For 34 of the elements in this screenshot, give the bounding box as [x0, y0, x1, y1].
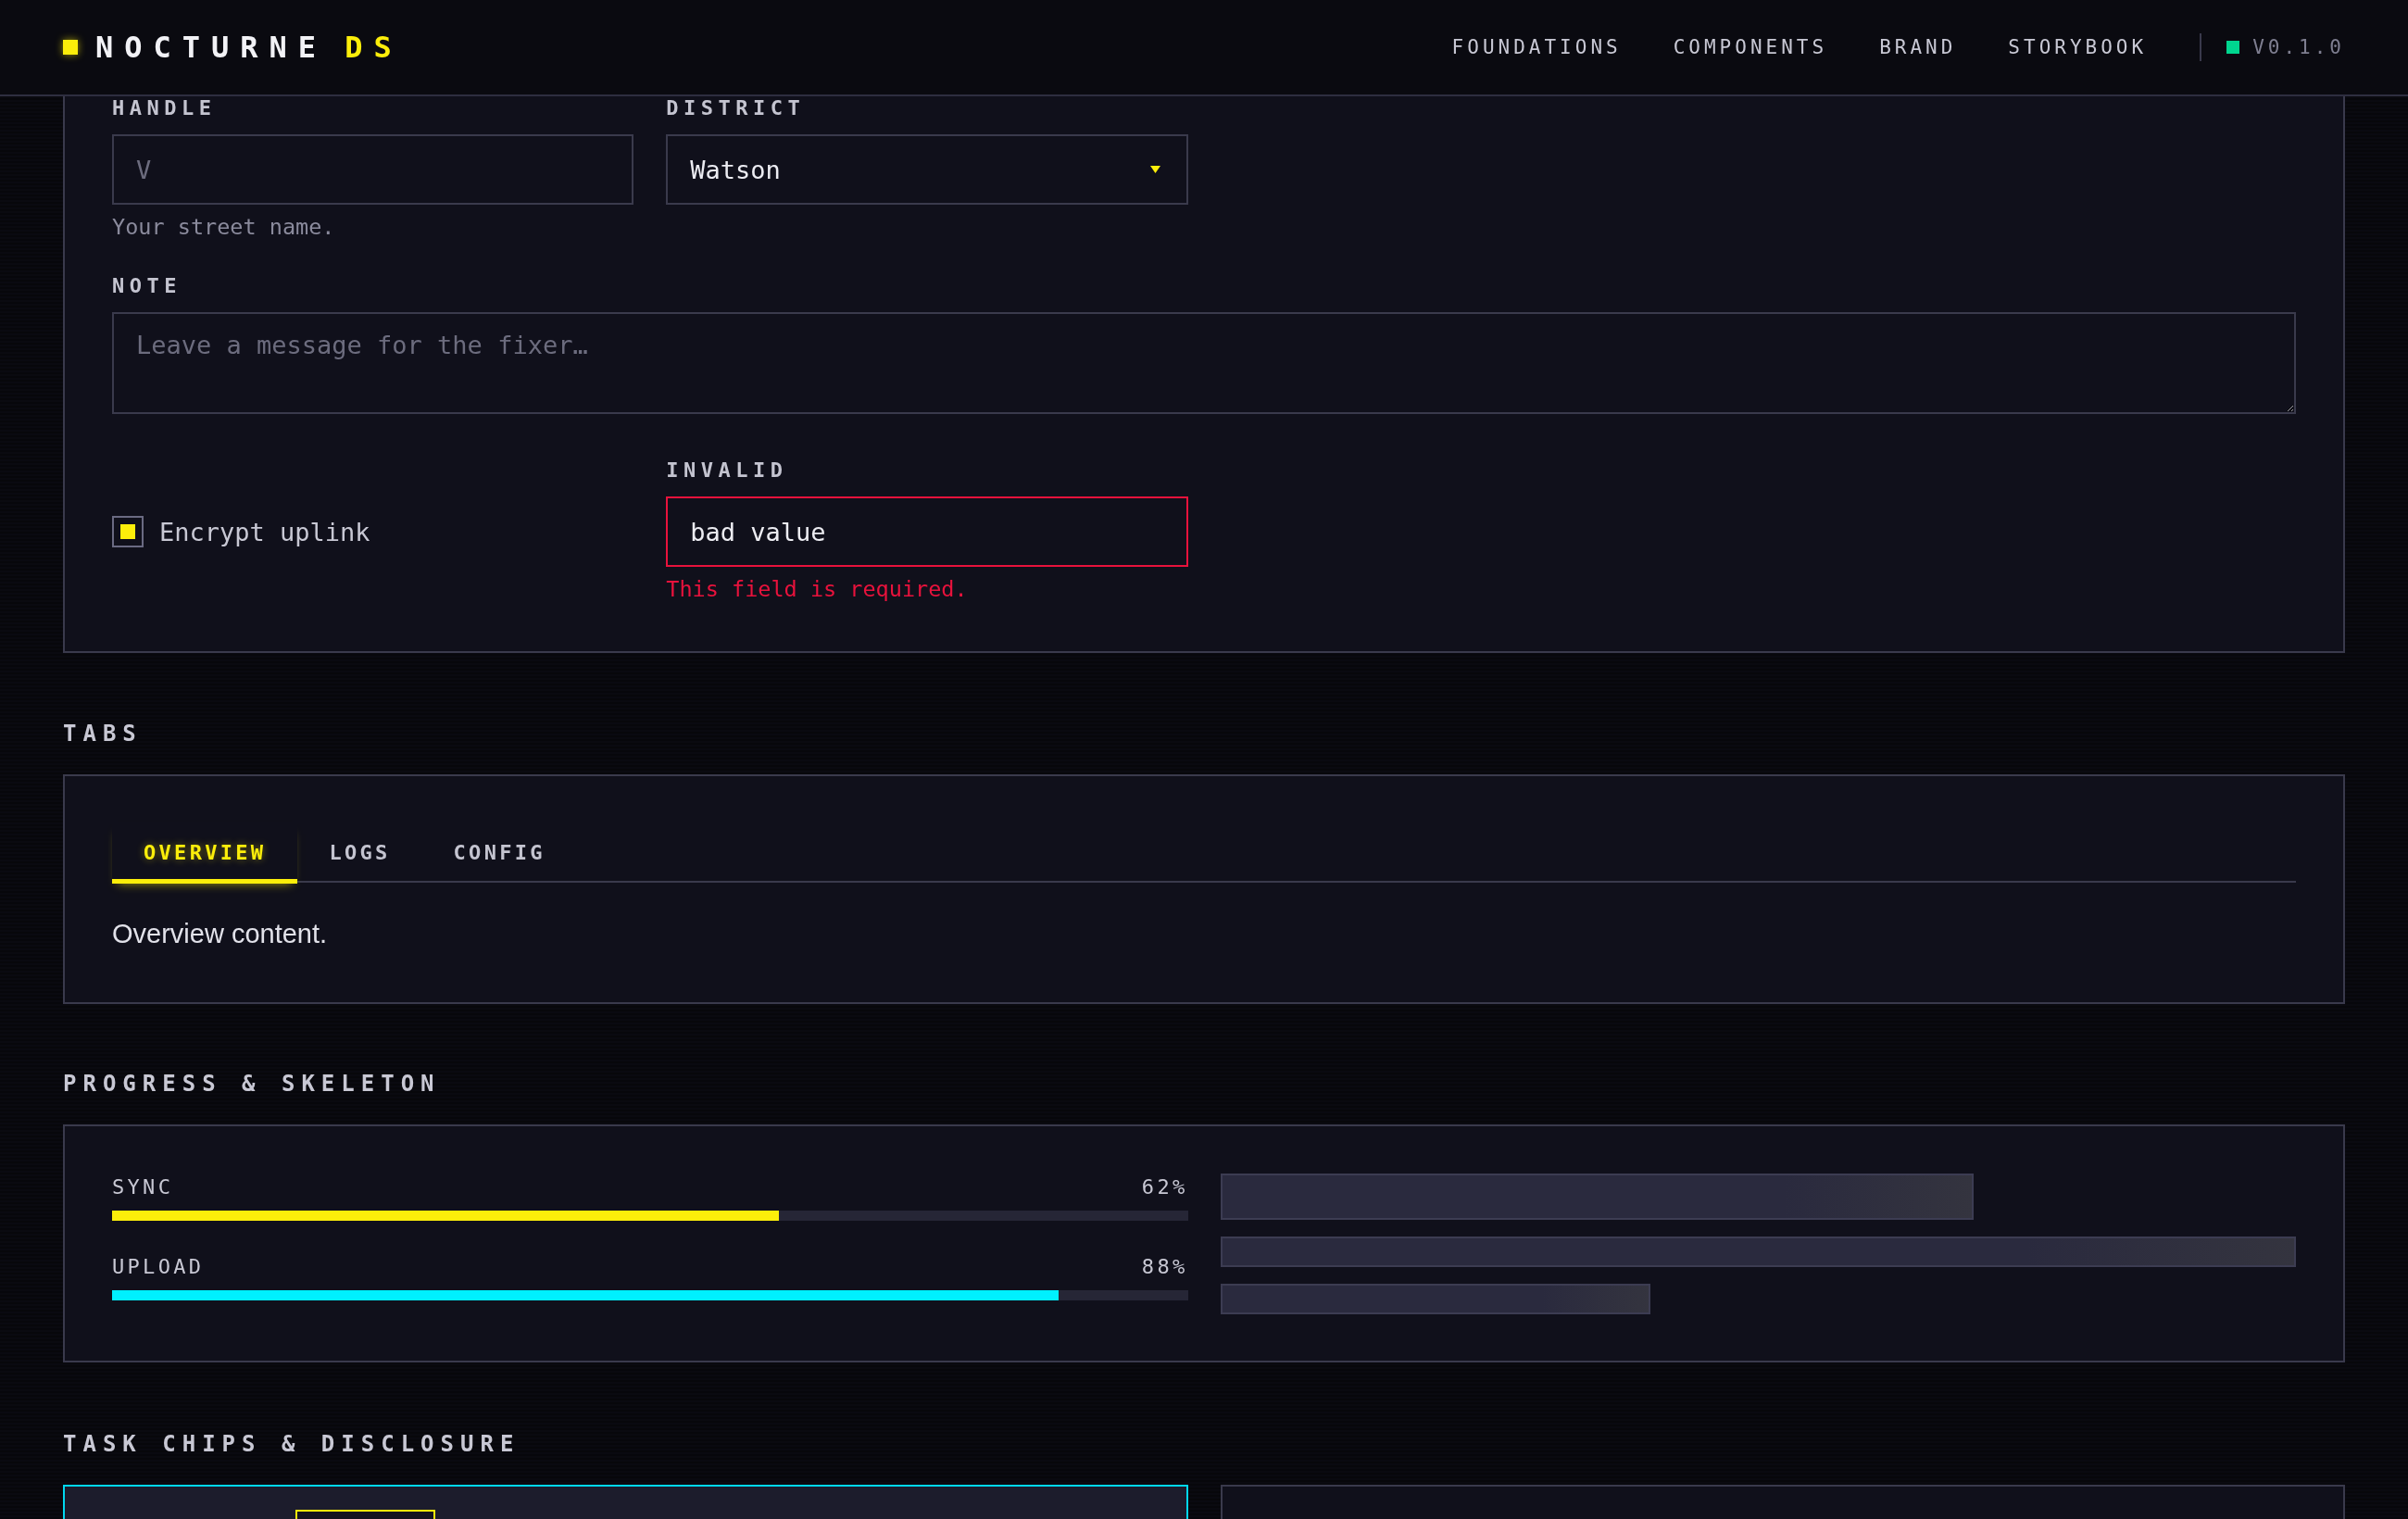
- checkbox-label: Encrypt uplink: [159, 517, 370, 546]
- handle-field[interactable]: V: [112, 134, 634, 205]
- error-text: This field is required.: [666, 576, 969, 602]
- district-select[interactable]: Watson: [666, 134, 1188, 205]
- tab[interactable]: CONFIG: [421, 822, 577, 884]
- tab-content-text: Overview content.: [112, 918, 329, 949]
- field-label: DISTRICT: [666, 96, 807, 120]
- field-label: HANDLE: [112, 96, 218, 120]
- note-field[interactable]: Leave a message for the fixer…: [112, 312, 2296, 414]
- caret-icon: [1149, 166, 1160, 173]
- nav-link[interactable]: BRAND: [1879, 36, 1957, 58]
- progress-reading: 62%: [1141, 1175, 1188, 1199]
- section-title: TASK CHIPS & DISCLOSURE: [63, 1430, 521, 1458]
- progress-label: SYNC: [112, 1175, 174, 1199]
- logo-suffix: DS: [345, 30, 403, 65]
- section-title: PROGRESS & SKELETON: [63, 1070, 442, 1098]
- field-label: NOTE: [112, 274, 182, 298]
- text-field[interactable]: bad value: [666, 496, 1188, 567]
- nav-link[interactable]: FOUNDATIONS: [1451, 36, 1622, 58]
- field-label: INVALID: [666, 458, 789, 483]
- progress-label: UPLOAD: [112, 1255, 205, 1279]
- nav-link[interactable]: STORYBOOK: [2008, 36, 2148, 58]
- version-label: V0.1.0: [2252, 36, 2345, 58]
- logo-text: NOCTURNE: [95, 30, 328, 65]
- nav-link[interactable]: COMPONENTS: [1673, 36, 1828, 58]
- progress-reading: 88%: [1141, 1255, 1188, 1279]
- tab[interactable]: OVERVIEW: [112, 822, 298, 884]
- task-chip[interactable]: [295, 1510, 435, 1519]
- logo-icon: [63, 40, 78, 55]
- status-icon: [2226, 41, 2240, 54]
- tab[interactable]: LOGS: [297, 822, 422, 884]
- helper-text: Your street name.: [112, 214, 336, 240]
- checkbox[interactable]: [112, 516, 144, 547]
- section-title: TABS: [63, 720, 144, 747]
